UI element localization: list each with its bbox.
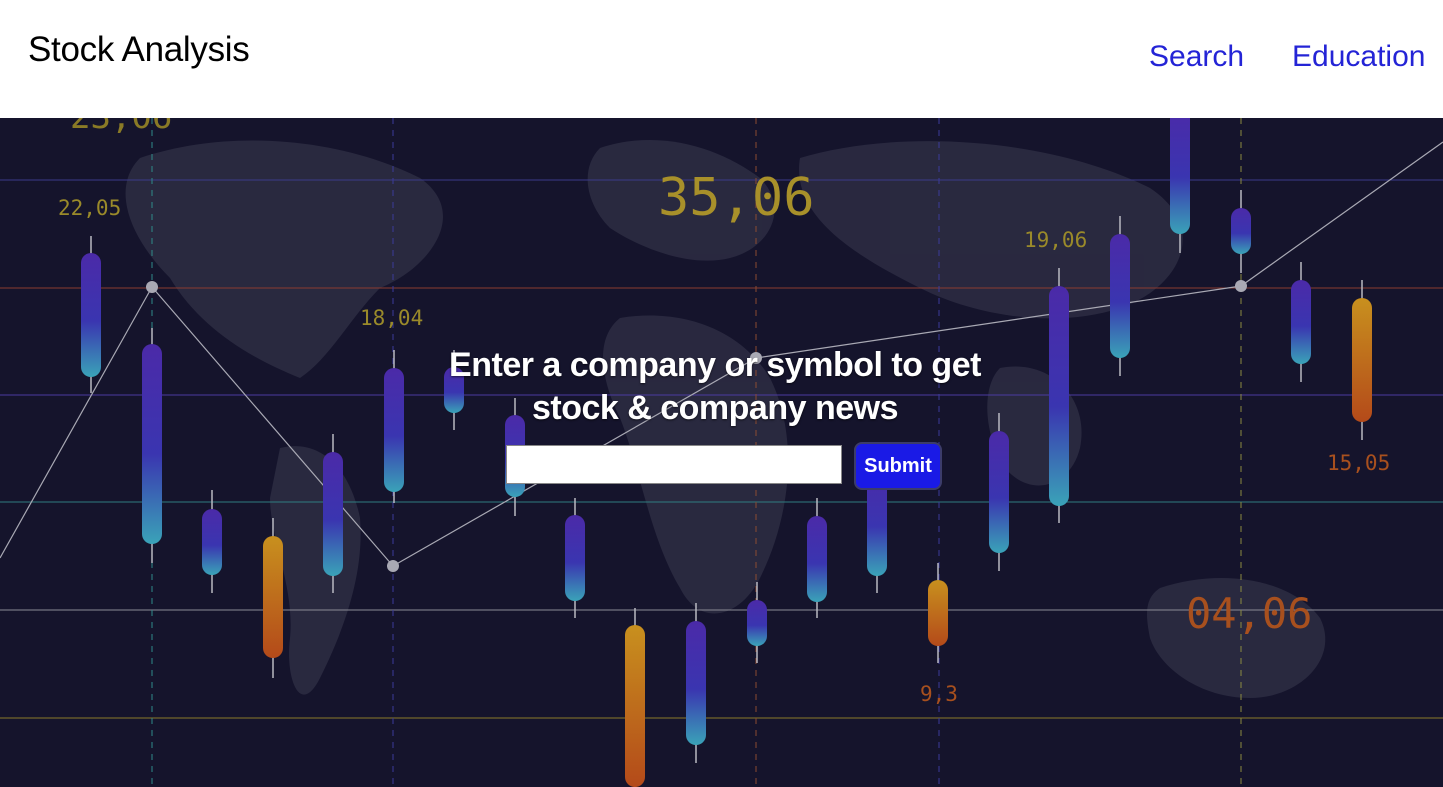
bg-label: 35,06 bbox=[658, 168, 815, 228]
hero-headline: Enter a company or symbol to get stock &… bbox=[449, 346, 981, 427]
bg-label: 19,06 bbox=[1024, 228, 1087, 252]
hero-section: 23,06 22,05 35,06 18,04 19,06 15,05 04,0… bbox=[0, 118, 1443, 787]
nav-link-search[interactable]: Search bbox=[1149, 40, 1244, 74]
bg-label: 22,05 bbox=[58, 196, 121, 220]
bg-label: 9,3 bbox=[920, 682, 958, 706]
symbol-search-input[interactable] bbox=[506, 445, 842, 484]
site-header: Stock Analysis Search Education bbox=[0, 0, 1443, 118]
bg-label: 23,06 bbox=[70, 118, 172, 137]
bg-label: 04,06 bbox=[1186, 589, 1312, 638]
bg-label: 18,04 bbox=[360, 306, 423, 330]
site-title: Stock Analysis bbox=[28, 30, 250, 69]
submit-button[interactable]: Submit bbox=[854, 442, 942, 490]
bg-label: 15,05 bbox=[1327, 451, 1390, 475]
nav-link-education[interactable]: Education bbox=[1292, 40, 1425, 74]
